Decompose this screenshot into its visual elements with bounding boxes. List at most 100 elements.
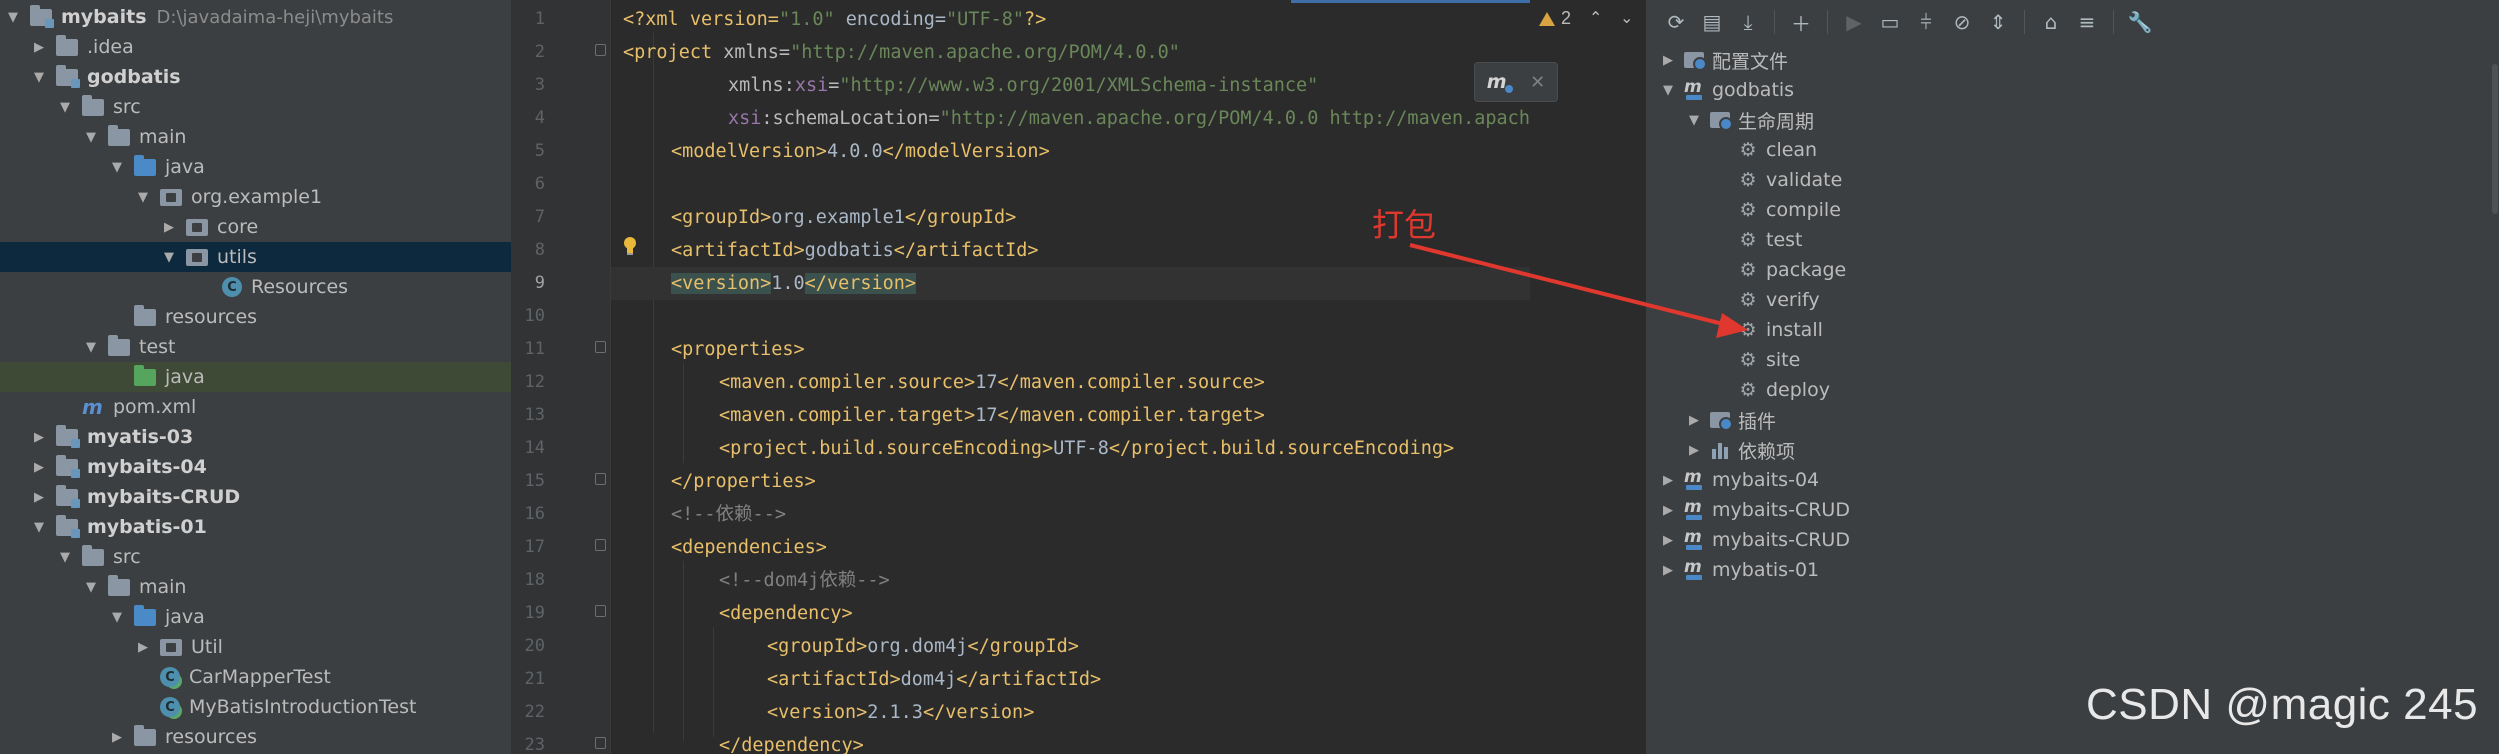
reimport-icon[interactable]: ▤ bbox=[1694, 4, 1730, 40]
refresh-icon[interactable]: ⟳ bbox=[1658, 4, 1694, 40]
maven-reload-popup[interactable]: m ✕ bbox=[1474, 62, 1558, 102]
maven-reload-icon[interactable]: m bbox=[1487, 71, 1513, 93]
chevron-down-icon[interactable]: ▼ bbox=[30, 518, 48, 536]
show-dependencies-icon[interactable]: ≡ bbox=[2069, 4, 2105, 40]
tree-item-resources[interactable]: ▶ resources bbox=[0, 722, 511, 752]
tree-item-src[interactable]: ▼ src bbox=[0, 92, 511, 122]
tree-item-mybatis-01[interactable]: ▼ mybatis-01 bbox=[0, 512, 511, 542]
maven-scrollbar[interactable] bbox=[2491, 44, 2499, 754]
chevron-right-icon[interactable]: ▶ bbox=[30, 38, 48, 56]
maven-goal-test[interactable]: ⚙ test bbox=[1646, 225, 2499, 255]
download-icon[interactable]: ⤓ bbox=[1730, 4, 1766, 40]
execute-goal-icon[interactable]: ▭ bbox=[1872, 4, 1908, 40]
tree-item-idea[interactable]: ▶ .idea bbox=[0, 32, 511, 62]
tree-item-core[interactable]: ▶ core bbox=[0, 212, 511, 242]
maven-lifecycle[interactable]: ▼ 生命周期 bbox=[1646, 105, 2499, 135]
previous-highlight-icon[interactable]: ⌃ bbox=[1589, 8, 1602, 27]
fold-marker[interactable] bbox=[595, 44, 606, 56]
add-icon[interactable]: ＋ bbox=[1783, 4, 1819, 40]
fold-marker[interactable] bbox=[595, 473, 606, 485]
tree-item-mybaits[interactable]: ▼ mybaits D:\javadaima-heji\mybaits bbox=[0, 2, 511, 32]
tree-item-pom-xml[interactable]: m pom.xml bbox=[0, 392, 511, 422]
tree-item-godbatis[interactable]: ▼ godbatis bbox=[0, 62, 511, 92]
fold-marker[interactable] bbox=[595, 341, 606, 353]
tree-item-main[interactable]: ▼ main bbox=[0, 572, 511, 602]
tree-item-utils[interactable]: ▼ utils bbox=[0, 242, 511, 272]
maven-goal-compile[interactable]: ⚙ compile bbox=[1646, 195, 2499, 225]
code-editor[interactable]: 1 2 3 4 5 6 7 8 9 10 11 12 13 14 15 16 1… bbox=[511, 0, 1645, 754]
chevron-right-icon[interactable]: ▶ bbox=[30, 488, 48, 506]
maven-project-mybaits-crud-2[interactable]: ▶ mybaits-CRUD bbox=[1646, 525, 2499, 555]
tree-item-java[interactable]: ▼ java bbox=[0, 152, 511, 182]
skip-tests-icon[interactable]: ⊘ bbox=[1944, 4, 1980, 40]
code-line-22: <version>2.1.3</version> bbox=[767, 702, 1035, 723]
collapse-icon[interactable]: ⇕ bbox=[1980, 4, 2016, 40]
tree-item-java[interactable]: ▼ java bbox=[0, 602, 511, 632]
close-icon[interactable]: ✕ bbox=[1530, 72, 1545, 93]
chevron-down-icon[interactable]: ▼ bbox=[1686, 111, 1702, 129]
tree-item-util[interactable]: ▶ Util bbox=[0, 632, 511, 662]
tree-item-mybaits-04[interactable]: ▶ mybaits-04 bbox=[0, 452, 511, 482]
maven-goal-validate[interactable]: ⚙ validate bbox=[1646, 165, 2499, 195]
chevron-right-icon[interactable]: ▶ bbox=[1686, 411, 1702, 429]
chevron-down-icon[interactable]: ▼ bbox=[160, 248, 178, 266]
maven-project-mybaits-crud[interactable]: ▶ mybaits-CRUD bbox=[1646, 495, 2499, 525]
chevron-right-icon[interactable]: ▶ bbox=[1660, 531, 1676, 549]
diagrams-icon[interactable]: ⌂ bbox=[2033, 4, 2069, 40]
inspection-widget[interactable]: 2 bbox=[1539, 8, 1571, 29]
chevron-right-icon[interactable]: ▶ bbox=[108, 728, 126, 746]
maven-plugins[interactable]: ▶ 插件 bbox=[1646, 405, 2499, 435]
maven-goal-install[interactable]: ⚙ install bbox=[1646, 315, 2499, 345]
chevron-right-icon[interactable]: ▶ bbox=[1660, 561, 1676, 579]
tree-item-main[interactable]: ▼ main bbox=[0, 122, 511, 152]
settings-icon[interactable]: 🔧 bbox=[2122, 4, 2158, 40]
maven-goal-deploy[interactable]: ⚙ deploy bbox=[1646, 375, 2499, 405]
code-area[interactable]: <?xml version="1.0" encoding="UTF-8"?> <… bbox=[611, 0, 1645, 754]
next-highlight-icon[interactable]: ⌄ bbox=[1620, 8, 1633, 27]
chevron-right-icon[interactable]: ▶ bbox=[1660, 501, 1676, 519]
maven-dependencies[interactable]: ▶ 依赖项 bbox=[1646, 435, 2499, 465]
tree-item-resources-class[interactable]: C Resources bbox=[0, 272, 511, 302]
chevron-right-icon[interactable]: ▶ bbox=[30, 428, 48, 446]
toggle-offline-icon[interactable]: ⫩ bbox=[1908, 4, 1944, 40]
chevron-right-icon[interactable]: ▶ bbox=[160, 218, 178, 236]
fold-marker[interactable] bbox=[595, 737, 606, 749]
chevron-right-icon[interactable]: ▶ bbox=[1660, 51, 1676, 69]
chevron-down-icon[interactable]: ▼ bbox=[108, 608, 126, 626]
tree-item-resources[interactable]: resources bbox=[0, 302, 511, 332]
run-icon[interactable]: ▶ bbox=[1836, 4, 1872, 40]
maven-project-godbatis[interactable]: ▼ godbatis bbox=[1646, 75, 2499, 105]
tree-item-org-example1[interactable]: ▼ org.example1 bbox=[0, 182, 511, 212]
chevron-down-icon[interactable]: ▼ bbox=[56, 548, 74, 566]
chevron-down-icon[interactable]: ▼ bbox=[30, 68, 48, 86]
tree-item-test[interactable]: ▼ test bbox=[0, 332, 511, 362]
maven-config-files[interactable]: ▶ 配置文件 bbox=[1646, 45, 2499, 75]
maven-goal-site[interactable]: ⚙ site bbox=[1646, 345, 2499, 375]
chevron-down-icon[interactable]: ▼ bbox=[108, 158, 126, 176]
maven-project-mybatis-01[interactable]: ▶ mybatis-01 bbox=[1646, 555, 2499, 585]
tree-item-src[interactable]: ▼ src bbox=[0, 542, 511, 572]
fold-marker[interactable] bbox=[595, 539, 606, 551]
tree-item-mybatisintroductiontest[interactable]: C MyBatisIntroductionTest bbox=[0, 692, 511, 722]
chevron-down-icon[interactable]: ▼ bbox=[134, 188, 152, 206]
chevron-right-icon[interactable]: ▶ bbox=[1660, 471, 1676, 489]
chevron-right-icon[interactable]: ▶ bbox=[1686, 441, 1702, 459]
maven-goal-clean[interactable]: ⚙ clean bbox=[1646, 135, 2499, 165]
chevron-down-icon[interactable]: ▼ bbox=[56, 98, 74, 116]
maven-goal-verify[interactable]: ⚙ verify bbox=[1646, 285, 2499, 315]
tree-item-carmappertest[interactable]: C CarMapperTest bbox=[0, 662, 511, 692]
code-line-13: <maven.compiler.target>17</maven.compile… bbox=[719, 405, 1265, 426]
maven-project-mybaits-04[interactable]: ▶ mybaits-04 bbox=[1646, 465, 2499, 495]
tree-item-myatis-03[interactable]: ▶ myatis-03 bbox=[0, 422, 511, 452]
chevron-down-icon[interactable]: ▼ bbox=[82, 338, 100, 356]
tree-item-mybaits-crud[interactable]: ▶ mybaits-CRUD bbox=[0, 482, 511, 512]
maven-goal-package[interactable]: ⚙ package bbox=[1646, 255, 2499, 285]
chevron-down-icon[interactable]: ▼ bbox=[4, 8, 22, 26]
chevron-right-icon[interactable]: ▶ bbox=[30, 458, 48, 476]
fold-marker[interactable] bbox=[595, 605, 606, 617]
chevron-right-icon[interactable]: ▶ bbox=[134, 638, 152, 656]
chevron-down-icon[interactable]: ▼ bbox=[82, 578, 100, 596]
tree-item-test-java[interactable]: java bbox=[0, 362, 511, 392]
chevron-down-icon[interactable]: ▼ bbox=[82, 128, 100, 146]
chevron-down-icon[interactable]: ▼ bbox=[1660, 81, 1676, 99]
